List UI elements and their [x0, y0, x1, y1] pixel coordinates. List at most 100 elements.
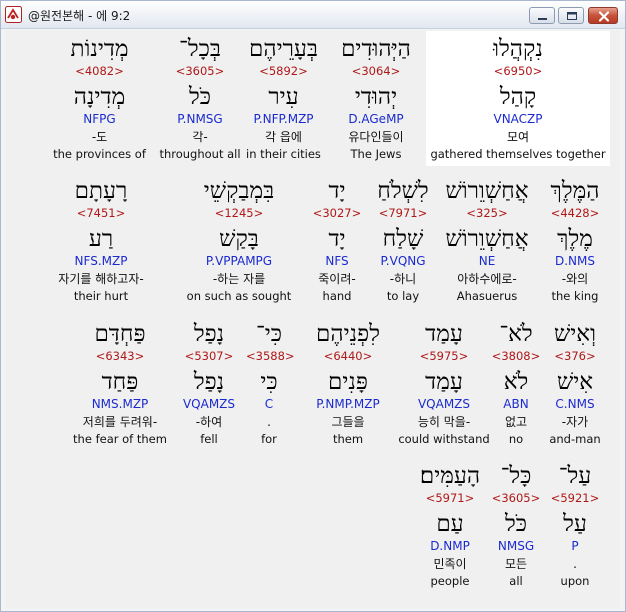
close-icon: [598, 11, 610, 22]
word-cell[interactable]: כִּי־ <3588> כִּי C. for: [246, 316, 295, 451]
hebrew-word[interactable]: וְאִישׁ: [540, 320, 610, 348]
hebrew-word[interactable]: כִּי־: [246, 320, 292, 348]
english-gloss: fell: [200, 432, 218, 446]
word-cell[interactable]: כָּל־ <3605> כֹּל NMSG 모든 all: [489, 458, 543, 593]
strong-number[interactable]: <3605>: [489, 490, 543, 506]
word-cell[interactable]: יָד <3027> יָד NFS 죽이려-hand: [309, 173, 365, 311]
strong-number[interactable]: <5971>: [406, 490, 494, 506]
strong-number[interactable]: <6343>: [64, 348, 176, 364]
hebrew-word[interactable]: הַיְּהוּדִים: [326, 35, 426, 63]
word-cell[interactable]: הַיְּהוּדִים <3064> יְהוּדִי D.AGeMP 유다인들이 Th…: [326, 31, 426, 166]
word-cell[interactable]: הָעַמִּים׃ <5971> עַם D.NMP 민족이 people: [406, 458, 494, 593]
minimize-button[interactable]: [529, 7, 555, 24]
hebrew-word[interactable]: נָפַל: [176, 320, 242, 348]
korean-gloss: 각 읍에: [265, 130, 302, 144]
word-cell[interactable]: לִשְׁלֹחַ <7971> שָׁלַח P.VQNG -하니 to lay: [370, 173, 436, 311]
hebrew-word[interactable]: כָּל־: [489, 462, 543, 490]
korean-gloss: -하니: [389, 272, 417, 286]
morphology-code: P.NFP.MZP: [253, 112, 314, 126]
hebrew-lemma: עָמַד: [425, 369, 463, 395]
hebrew-word[interactable]: הָעַמִּים׃: [406, 462, 494, 490]
english-gloss: hand: [322, 289, 352, 303]
morphology-code: C: [264, 397, 274, 411]
korean-gloss: -하여: [195, 415, 223, 429]
word-cell[interactable]: פַּחְדָּם <6343> פַּחַד NMS.MZP 저희를 두려워-the …: [64, 316, 176, 451]
strong-number[interactable]: <7451>: [32, 205, 170, 221]
strong-number[interactable]: <3808>: [489, 348, 543, 364]
word-cell[interactable]: בִּמְבַקְשֵׁי <1245> בָּקַשׁ P.VPPAMPG -하는 자…: [181, 173, 297, 311]
hebrew-word[interactable]: אֲחַשְׁוֵרוֹשׁ: [436, 177, 538, 205]
korean-gloss: 그들을: [331, 415, 365, 429]
word-cell[interactable]: נִקְהֲלוּ <6950> קָהַל VNACZP 모여 gathered the…: [426, 31, 610, 166]
word-cell[interactable]: בְּעָרֵיהֶם <5892> עִיר P.NFP.MZP 각 읍에 in the…: [241, 31, 326, 166]
strong-number[interactable]: <5975>: [398, 348, 490, 364]
hebrew-word[interactable]: בְּכָל־: [159, 35, 241, 63]
hebrew-word[interactable]: לֹא־: [489, 320, 543, 348]
hebrew-word[interactable]: מְדִינוֹת: [40, 35, 159, 63]
hebrew-word[interactable]: בְּעָרֵיהֶם: [241, 35, 326, 63]
strong-number[interactable]: <3588>: [246, 348, 295, 364]
hebrew-lemma: לֹא: [503, 369, 529, 395]
hebrew-lemma: רַע: [88, 226, 114, 252]
hebrew-word[interactable]: לִשְׁלֹחַ: [370, 177, 436, 205]
strong-number[interactable]: <3605>: [159, 63, 241, 79]
english-gloss: all: [509, 574, 523, 588]
strong-number[interactable]: <1245>: [181, 205, 297, 221]
strong-number[interactable]: <5307>: [176, 348, 242, 364]
korean-gloss: 능히 막을-: [417, 415, 471, 429]
word-cell[interactable]: רָעָתָם <7451> רַע NFS.MZP 자기를 해하고자-their hu…: [32, 173, 170, 311]
korean-gloss: .: [573, 557, 577, 571]
hebrew-lemma: עַל: [563, 511, 587, 537]
strong-number[interactable]: <6440>: [301, 348, 395, 364]
hebrew-lemma: כִּי: [260, 369, 278, 395]
hebrew-word[interactable]: עַל־: [540, 462, 610, 490]
morphology-code: NFS.MZP: [74, 254, 128, 268]
strong-number[interactable]: <5892>: [241, 63, 326, 79]
hebrew-word[interactable]: רָעָתָם: [32, 177, 170, 205]
korean-gloss: 자기를 해하고자-: [58, 272, 144, 286]
korean-gloss: 각-: [192, 130, 208, 144]
morphology-code: P.NMSG: [177, 112, 223, 126]
strong-number[interactable]: <7971>: [370, 205, 436, 221]
maximize-button[interactable]: [558, 7, 584, 24]
hebrew-lemma: יָד: [328, 226, 346, 252]
word-cell[interactable]: לִפְנֵיהֶם <6440> פָּנִים P.NMP.MZP 그들을 them: [301, 316, 395, 451]
korean-gloss: 민족이: [433, 557, 467, 571]
word-cell[interactable]: וְאִישׁ <376> אִישׁ C.NMS -자가 and-man: [540, 316, 610, 451]
strong-number[interactable]: <6950>: [426, 63, 610, 79]
hebrew-word[interactable]: פַּחְדָּם: [64, 320, 176, 348]
hebrew-word[interactable]: בִּמְבַקְשֵׁי: [181, 177, 297, 205]
strong-number[interactable]: <4428>: [540, 205, 610, 221]
word-cell[interactable]: מְדִינוֹת <4082> מְדִינָה NFPG -도 the provinc…: [40, 31, 159, 166]
word-cell[interactable]: לֹא־ <3808> לֹא ABN 없고 no: [489, 316, 543, 451]
morphology-code: P.VPPAMPG: [205, 254, 273, 268]
english-gloss: could withstand: [398, 432, 490, 446]
morphology-code: C.NMS: [555, 397, 595, 411]
word-cell[interactable]: בְּכָל־ <3605> כֹּל P.NMSG 각-throughout all: [159, 31, 241, 166]
hebrew-word[interactable]: יָד: [309, 177, 365, 205]
korean-gloss: -와의: [561, 272, 589, 286]
strong-number[interactable]: <325>: [436, 205, 538, 221]
morphology-code: P: [571, 539, 579, 553]
word-cell[interactable]: אֲחַשְׁוֵרוֹשׁ <325> אֲחַשְׁוֵרוֹשׁ NE 아하수에로…: [436, 173, 538, 311]
maximize-icon: [567, 12, 577, 20]
hebrew-lemma: בָּקַשׁ: [219, 226, 259, 252]
word-cell[interactable]: עָמַד <5975> עָמַד VQAMZS 능히 막을-could withst…: [398, 316, 490, 451]
korean-gloss: 없고: [504, 415, 528, 429]
hebrew-word[interactable]: הַמֶּלֶךְ: [540, 177, 610, 205]
strong-number[interactable]: <5921>: [540, 490, 610, 506]
strong-number[interactable]: <376>: [540, 348, 610, 364]
word-cell[interactable]: נָפַל <5307> נָפַל VQAMZS -하여 fell: [176, 316, 242, 451]
close-button[interactable]: [588, 7, 618, 24]
strong-number[interactable]: <3064>: [326, 63, 426, 79]
word-cell[interactable]: עַל־ <5921> עַל P. upon: [540, 458, 610, 593]
hebrew-word[interactable]: לִפְנֵיהֶם: [301, 320, 395, 348]
hebrew-word[interactable]: עָמַד: [398, 320, 490, 348]
morphology-code: P.NMP.MZP: [316, 397, 380, 411]
word-cell[interactable]: הַמֶּלֶךְ <4428> מֶלֶךְ D.NMS -와의 the king: [540, 173, 610, 311]
strong-number[interactable]: <3027>: [309, 205, 365, 221]
hebrew-word[interactable]: נִקְהֲלוּ: [426, 35, 610, 63]
title-bar[interactable]: @원전본해 - 에 9:2: [1, 1, 625, 29]
hebrew-lemma: קָהַל: [499, 84, 537, 110]
strong-number[interactable]: <4082>: [40, 63, 159, 79]
